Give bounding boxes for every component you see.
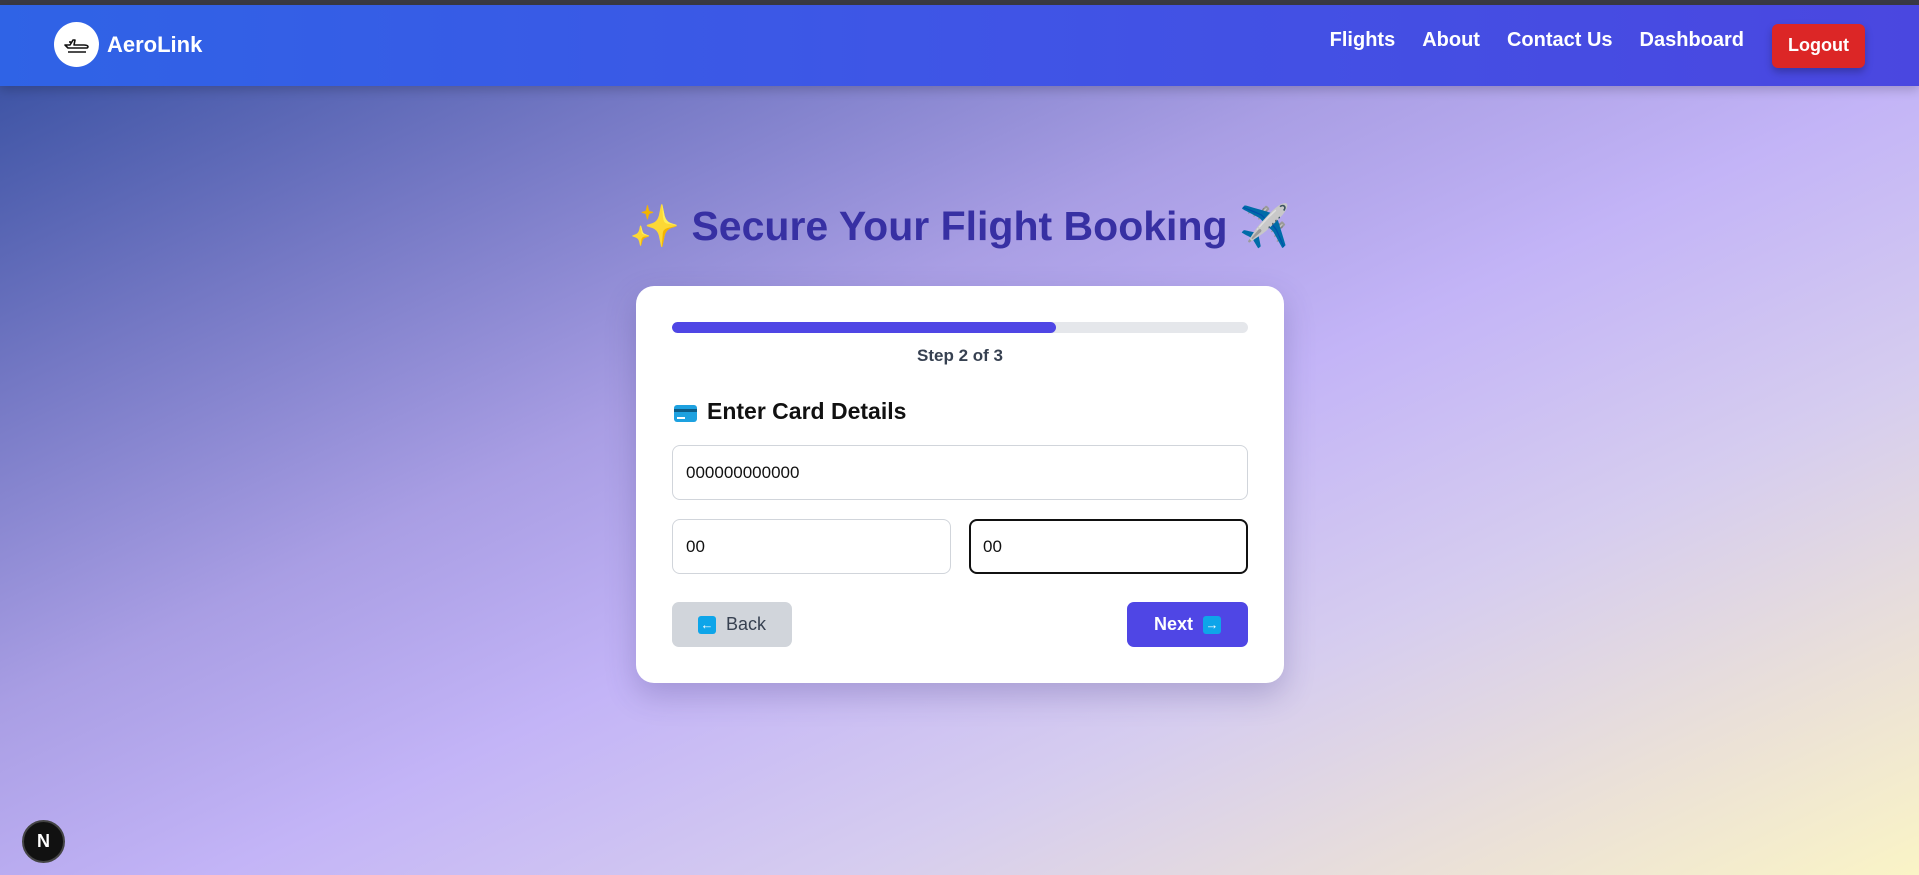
top-navbar: AeroLink Flights About Contact Us Dashbo… — [0, 5, 1919, 86]
card-number-input[interactable] — [672, 445, 1248, 500]
back-button[interactable]: ← Back — [672, 602, 792, 647]
brand-name: AeroLink — [107, 31, 203, 57]
airplane-emoji-icon: ✈️ — [1238, 203, 1291, 249]
nav-dashboard[interactable]: Dashboard — [1640, 29, 1744, 52]
nextjs-dev-badge[interactable]: N — [22, 820, 65, 863]
logout-button[interactable]: Logout — [1772, 23, 1865, 68]
main-nav: Flights About Contact Us Dashboard Logou… — [1330, 5, 1919, 86]
nav-about[interactable]: About — [1422, 29, 1480, 52]
page-title-text: Secure Your Flight Booking — [691, 203, 1228, 249]
sparkles-icon: ✨ — [628, 203, 681, 249]
section-header: Enter Card Details — [674, 398, 906, 425]
airplane-icon — [54, 22, 99, 67]
next-button[interactable]: Next → — [1127, 602, 1248, 647]
nav-contact-us[interactable]: Contact Us — [1507, 29, 1613, 52]
step-indicator: Step 2 of 3 — [917, 346, 1003, 365]
nav-flights[interactable]: Flights — [1330, 29, 1396, 52]
section-title: Enter Card Details — [707, 398, 907, 424]
brand[interactable]: AeroLink — [54, 22, 202, 67]
payment-card: Step 2 of 3 Enter Card Details ← Back Ne… — [636, 286, 1284, 683]
progress-bar — [672, 322, 1248, 333]
next-button-label: Next — [1153, 614, 1193, 634]
progress-fill — [672, 322, 1057, 333]
back-button-label: Back — [725, 614, 767, 634]
credit-card-icon — [674, 405, 697, 422]
page-title: ✨ Secure Your Flight Booking ✈️ — [0, 203, 1919, 251]
expiry-input[interactable] — [672, 519, 951, 574]
right-arrow-icon: → — [1203, 615, 1221, 634]
cvv-input[interactable] — [969, 519, 1248, 574]
left-arrow-icon: ← — [697, 615, 716, 634]
